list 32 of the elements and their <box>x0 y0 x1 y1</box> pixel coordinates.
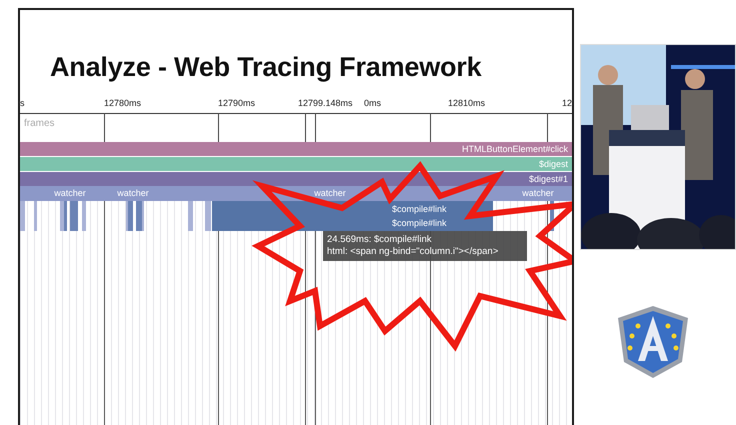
tooltip-text: html: <span ng-bind="column.i"></span> <box>327 246 500 258</box>
trace-segment[interactable] <box>550 201 554 231</box>
trace-bar[interactable]: HTMLButtonElement#click <box>20 142 572 156</box>
trace-bar[interactable]: $digest <box>20 157 572 171</box>
bar-label: watcher <box>54 187 86 200</box>
bar-label: watcher <box>117 187 149 200</box>
time-label: 0ms <box>364 98 382 108</box>
bar-label: $compile#link <box>392 218 447 228</box>
track-label: frames <box>24 118 55 129</box>
time-label: s <box>20 98 24 108</box>
trace-segment[interactable] <box>34 201 37 231</box>
tooltip-text: 24.569ms: $compile#link <box>327 234 433 246</box>
time-label: 12 <box>562 98 572 108</box>
bar-label: $compile#link <box>392 204 447 214</box>
trace-bar[interactable]: $digest#1 <box>20 172 572 186</box>
shield-logo-icon <box>618 306 688 378</box>
time-label: 12790ms <box>218 98 256 108</box>
trace-segment[interactable] <box>20 201 25 231</box>
slide-title: Analyze - Web Tracing Framework <box>49 51 482 84</box>
bar-label: watcher <box>314 187 346 200</box>
time-label: 12810ms <box>448 98 486 108</box>
trace-block[interactable] <box>212 201 493 231</box>
trace-segment[interactable] <box>205 201 211 231</box>
bar-label: watcher <box>522 187 554 200</box>
time-label: 12780ms <box>104 98 142 108</box>
trace-segment[interactable] <box>128 201 133 231</box>
trace-segment[interactable] <box>64 201 67 231</box>
time-label: 12799.148ms <box>298 98 353 108</box>
trace-segment[interactable] <box>70 201 78 231</box>
trace-segment[interactable] <box>82 201 86 231</box>
trace-segment[interactable] <box>136 201 142 231</box>
trace-segment[interactable] <box>188 201 193 231</box>
